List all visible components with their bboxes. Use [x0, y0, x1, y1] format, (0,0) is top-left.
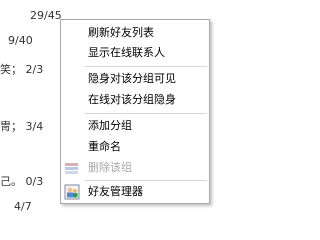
- menu-item-rename[interactable]: 重命名: [61, 137, 209, 157]
- delete-group-icon: [64, 160, 80, 176]
- menu-separator: [85, 66, 207, 67]
- friend-group-count: 冑； 3/4: [0, 120, 44, 133]
- friend-manager-icon: [64, 184, 80, 200]
- menu-item-online-invisible-to-group[interactable]: 在线对该分组隐身: [61, 90, 209, 110]
- menu-item-add-group[interactable]: 添加分组: [61, 116, 209, 136]
- menu-item-show-online-contacts[interactable]: 显示在线联系人: [61, 43, 209, 63]
- menu-item-refresh-friend-list[interactable]: 刷新好友列表: [61, 23, 209, 43]
- menu-item-invisible-visible-to-group[interactable]: 隐身对该分组可见: [61, 69, 209, 89]
- menu-item-label: 好友管理器: [88, 185, 143, 198]
- menu-item-delete-group: 删除该组: [61, 158, 209, 178]
- menu-item-friend-manager[interactable]: 好友管理器: [61, 182, 209, 202]
- context-menu: 刷新好友列表 显示在线联系人 隐身对该分组可见 在线对该分组隐身 添加分组 重命…: [60, 19, 210, 204]
- menu-separator: [85, 180, 207, 181]
- friend-group-count: 29/45: [30, 9, 62, 22]
- menu-item-label: 删除该组: [88, 161, 132, 174]
- friend-group-count: 笑； 2/3: [0, 63, 44, 76]
- friend-group-count: 9/40: [8, 34, 33, 47]
- menu-separator: [85, 113, 207, 114]
- friend-group-count: 4/7: [14, 200, 32, 213]
- friend-group-count: 己。 0/3: [0, 175, 44, 188]
